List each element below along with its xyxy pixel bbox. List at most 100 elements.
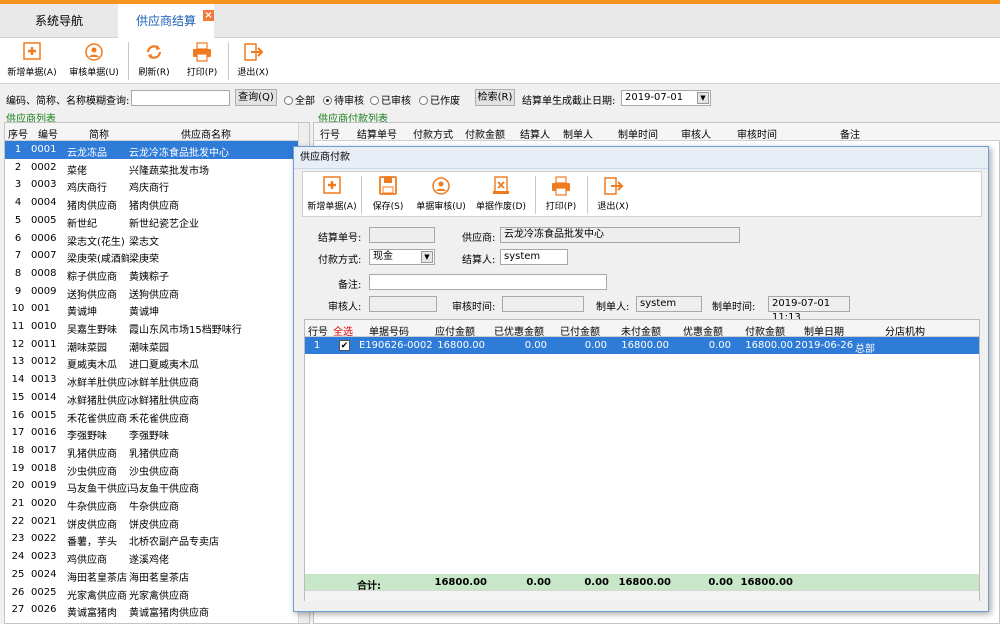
radio-audited[interactable]: 已审核 (370, 92, 411, 107)
column-header[interactable]: 行号 (307, 323, 329, 338)
column-header[interactable]: 优惠金额 (673, 323, 733, 338)
save-button[interactable]: 保存(S) (367, 174, 409, 216)
tab-system-nav[interactable]: 系统导航 (0, 4, 118, 38)
column-header[interactable]: 结算人 (520, 126, 550, 141)
search-input[interactable] (131, 90, 230, 106)
query-button[interactable]: 查询(Q) (235, 89, 277, 106)
column-header[interactable]: 审核人 (681, 126, 711, 141)
list-item[interactable]: 15 0014 冰鲜猪肚供应商冰鲜猪肚供应商 (5, 389, 300, 407)
radio-void[interactable]: 已作废 (419, 92, 460, 107)
list-item[interactable]: 6 0006 梁志文(花生) 梁志文 (5, 230, 300, 248)
column-header[interactable]: 付款金额 (465, 126, 505, 141)
date-picker[interactable]: 2019-07-01 ▼ (621, 90, 711, 106)
supplier-name-cell: 霞山东风市场15档野味行 (129, 325, 242, 336)
table-row[interactable]: 1 ✔ E190626-0002 16800.00 0.00 0.00 1680… (305, 337, 979, 355)
pay-method-select[interactable]: 现金 ▼ (369, 249, 435, 265)
dialog-new-button[interactable]: 新增单据(A) (305, 174, 359, 216)
column-header[interactable]: 未付金额 (611, 323, 671, 338)
list-item[interactable]: 4 0004 猪肉供应商 猪肉供应商 (5, 194, 300, 212)
list-item[interactable]: 2 0002 菜佬 兴隆蔬菜批发市场 (5, 159, 300, 177)
refresh-button[interactable]: 刷新(R) (134, 40, 174, 82)
audit-document-button[interactable]: 审核单据(U) (64, 40, 124, 82)
column-header[interactable]: 行号 (320, 126, 340, 141)
supplier-name-cell: 光家禽供应商 (129, 590, 189, 602)
column-header[interactable]: 简称 (69, 126, 129, 141)
list-item[interactable]: 9 0009 送狗供应商 送狗供应商 (5, 283, 300, 301)
column-header[interactable]: 序号 (7, 126, 29, 141)
list-item[interactable]: 16 0015 禾花雀供应商 禾花雀供应商 (5, 407, 300, 425)
row-checkbox[interactable]: ✔ (339, 340, 350, 351)
column-header[interactable]: 制单日期 (797, 323, 851, 338)
list-item[interactable]: 14 0013 冰鲜羊肚供应商冰鲜羊肚供应商 (5, 371, 300, 389)
list-item[interactable]: 1 0001 云龙冻品 云龙冷冻食品批发中心 (5, 141, 300, 159)
supplier-short-name-cell: 海田茗皇茶店 (67, 572, 127, 584)
dialog-audit-button[interactable]: 单据审核(U) (413, 174, 469, 216)
supplier-name-cell: 送狗供应商 (129, 289, 179, 301)
remark-field[interactable] (369, 274, 607, 290)
order-no-field[interactable] (369, 227, 435, 243)
list-item[interactable]: 20 0019 马友鱼干供应商马友鱼干供应商 (5, 477, 300, 495)
column-header[interactable]: 付款金额 (735, 323, 795, 338)
column-header[interactable]: 供应商名称 (131, 126, 281, 141)
make-time-field[interactable]: 2019-07-01 11:13 (768, 296, 850, 323)
list-item[interactable]: 24 0023 鸡供应商 遂溪鸡佬 (5, 548, 300, 566)
maker-field[interactable]: system (636, 296, 702, 312)
radio-all[interactable]: 全部 (284, 92, 315, 107)
list-item[interactable]: 5 0005 新世纪 新世纪瓷艺企业 (5, 212, 300, 230)
column-header[interactable]: 制单人 (563, 126, 593, 141)
list-item[interactable]: 12 0011 潮味菜园 潮味菜园 (5, 336, 300, 354)
list-item[interactable]: 25 0024 海田茗皇茶店 海田茗皇茶店 (5, 566, 300, 584)
column-header[interactable]: 制单时间 (618, 126, 658, 141)
list-item[interactable]: 280027鲜花供应商花蕾店 (5, 619, 300, 623)
auditor-field[interactable] (369, 296, 437, 312)
column-header[interactable]: 编号 (33, 126, 63, 141)
list-item[interactable]: 21 0020 牛杂供应商 牛杂供应商 (5, 495, 300, 513)
list-item[interactable]: 27 0026 黄诚富猪肉 黄诚富猪肉供应商 (5, 601, 300, 619)
pay-method-value: 现金 (373, 251, 393, 262)
list-item[interactable]: 7 0007 梁庚荣(咸酒鲜) 梁庚荣 (5, 247, 300, 265)
dialog-exit-button[interactable]: 退出(X) (593, 174, 633, 216)
column-header[interactable]: 结算单号 (357, 126, 397, 141)
tab-supplier-settlement[interactable]: 供应商结算 (118, 4, 214, 38)
list-item[interactable]: 3 0003 鸡庆商行 鸡庆商行 (5, 176, 300, 194)
audit-time-field[interactable] (502, 296, 584, 312)
close-icon[interactable]: × (203, 10, 214, 21)
supplier-field[interactable]: 云龙冷冻食品批发中心 (500, 227, 740, 243)
new-document-button[interactable]: 新增单据(A) (4, 40, 60, 82)
list-item[interactable]: 19 0018 沙虫供应商 沙虫供应商 (5, 460, 300, 478)
void-document-label: 单据作废(D) (476, 202, 526, 212)
supplier-short-name-cell: 光家禽供应商 (67, 590, 127, 602)
payment-amount-cell[interactable]: 16800.00 (735, 340, 793, 351)
column-header[interactable]: 已优惠金额 (489, 323, 549, 338)
column-header[interactable]: 付款方式 (413, 126, 453, 141)
supplier-name-cell: 新世纪瓷艺企业 (129, 218, 199, 230)
radio-pending[interactable]: 待审核 (323, 92, 364, 107)
supplier-code-cell: 0009 (31, 285, 57, 297)
column-header[interactable]: 分店机构 (853, 323, 957, 338)
horizontal-scrollbar[interactable] (305, 590, 979, 601)
select-all-header[interactable]: 全选 (331, 323, 355, 338)
list-item[interactable]: 22 0021 饼皮供应商 饼皮供应商 (5, 513, 300, 531)
column-header[interactable]: 审核时间 (737, 126, 777, 141)
exit-button[interactable]: 退出(X) (233, 40, 273, 82)
settler-field[interactable]: system (500, 249, 568, 265)
list-item[interactable]: 23 0022 番薯，芋头 北桥农副产品专卖店 (5, 530, 300, 548)
column-header[interactable]: 备注 (840, 126, 860, 141)
list-item[interactable]: 10 001 黄诚坤 黄诚坤 (5, 300, 300, 318)
supplier-short-name-cell: 马友鱼干供应商 (67, 484, 129, 495)
list-item[interactable]: 11 0010 吴嘉生野味 霞山东风市场15档野味行 (5, 318, 300, 336)
column-header[interactable]: 已付金额 (551, 323, 609, 338)
list-item[interactable]: 13 0012 夏威夷木瓜 进口夏威夷木瓜 (5, 353, 300, 371)
dialog-print-button[interactable]: 打印(P) (541, 174, 581, 216)
search-button[interactable]: 检索(R) (475, 89, 515, 106)
list-item[interactable]: 26 0025 光家禽供应商 光家禽供应商 (5, 584, 300, 602)
list-item[interactable]: 18 0017 乳猪供应商 乳猪供应商 (5, 442, 300, 460)
supplier-name-cell: 遂溪鸡佬 (129, 555, 169, 566)
list-item[interactable]: 8 0008 粽子供应商 黄姨粽子 (5, 265, 300, 283)
paid-amount-cell: 0.00 (584, 340, 607, 351)
column-header[interactable]: 单据号码 (357, 323, 421, 338)
print-button[interactable]: 打印(P) (180, 40, 224, 82)
void-document-button[interactable]: 单据作废(D) (473, 174, 529, 216)
column-header[interactable]: 应付金额 (423, 323, 487, 338)
list-item[interactable]: 17 0016 李强野味 李强野味 (5, 424, 300, 442)
